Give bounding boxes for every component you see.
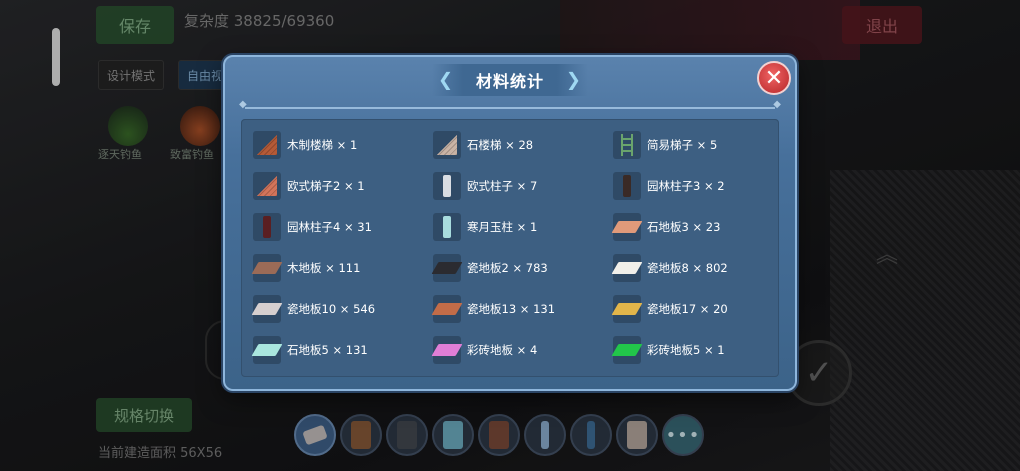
material-label: 园林柱子4 × 31 [287, 220, 372, 234]
material-label: 简易梯子 × 5 [647, 138, 718, 152]
ceramic-floor-dark-icon [431, 254, 463, 282]
stone-floor-cyan-icon [251, 336, 283, 364]
divider [239, 99, 781, 110]
material-label: 瓷地板17 × 20 [647, 302, 728, 316]
close-button[interactable]: ✕ [757, 61, 791, 95]
material-item: 彩砖地板5 × 1 [611, 336, 783, 364]
material-item: 彩砖地板 × 4 [431, 336, 613, 364]
garden-pillar-icon [613, 172, 641, 200]
ceramic-floor-grey-icon [251, 295, 283, 323]
material-label: 寒月玉柱 × 1 [467, 220, 538, 234]
material-label: 石地板5 × 131 [287, 343, 368, 357]
material-label: 瓷地板8 × 802 [647, 261, 728, 275]
tile-shape [611, 303, 643, 315]
stone-stairs-icon [433, 131, 461, 159]
stairs-shape [257, 176, 277, 196]
materials-panel: 木制楼梯 × 1 石楼梯 × 28 简易梯子 × 5 欧式梯子2 × 1 欧式柱子 × … [241, 119, 779, 377]
dialog-title-text: 材料统计 [475, 72, 544, 91]
tile-shape [251, 344, 283, 356]
material-item: 瓷地板17 × 20 [611, 295, 783, 323]
tile-shape [611, 344, 643, 356]
material-item: 瓷地板10 × 546 [251, 295, 433, 323]
jade-pillar-icon [433, 213, 461, 241]
stairs-shape [257, 135, 277, 155]
color-brick-green-icon [611, 336, 643, 364]
material-item: 瓷地板2 × 783 [431, 254, 613, 282]
ornament-left-icon: ❮ [437, 69, 455, 91]
euro-pillar-icon [433, 172, 461, 200]
material-label: 欧式梯子2 × 1 [287, 179, 365, 193]
material-item: 简易梯子 × 5 [613, 131, 783, 159]
pillar-shape [443, 216, 451, 238]
ornament-right-icon: ❯ [565, 69, 582, 91]
materials-dialog: ❮ 材料统计 ❯ ✕ 木制楼梯 × 1 石楼梯 × 28 简易梯子 × 5 欧式梯子2… [223, 55, 797, 391]
material-item: 石楼梯 × 28 [433, 131, 613, 159]
material-item: 欧式梯子2 × 1 [253, 172, 433, 200]
material-label: 石楼梯 × 28 [467, 138, 534, 152]
material-label: 瓷地板2 × 783 [467, 261, 548, 275]
pillar-shape [443, 175, 451, 197]
material-label: 园林柱子3 × 2 [647, 179, 725, 193]
stone-floor-icon [611, 213, 643, 241]
material-item: 瓷地板13 × 131 [431, 295, 613, 323]
material-label: 木地板 × 111 [287, 261, 361, 275]
wood-stairs-icon [253, 131, 281, 159]
tile-shape [251, 303, 283, 315]
tile-shape [431, 344, 463, 356]
close-icon: ✕ [764, 65, 784, 91]
material-item: 瓷地板8 × 802 [611, 254, 783, 282]
tile-shape [611, 262, 643, 274]
material-label: 瓷地板13 × 131 [467, 302, 556, 316]
tile-shape [611, 221, 643, 233]
euro-ladder-icon [253, 172, 281, 200]
material-item: 石地板5 × 131 [251, 336, 433, 364]
color-brick-pink-icon [431, 336, 463, 364]
material-label: 木制楼梯 × 1 [287, 138, 358, 152]
stairs-shape [437, 135, 457, 155]
ceramic-floor-pattern-icon [611, 295, 643, 323]
material-item: 园林柱子4 × 31 [253, 213, 433, 241]
material-label: 瓷地板10 × 546 [287, 302, 376, 316]
ceramic-floor-orange-icon [431, 295, 463, 323]
tile-shape [431, 303, 463, 315]
material-label: 彩砖地板5 × 1 [647, 343, 725, 357]
ladder-shape [621, 134, 633, 156]
pillar-shape [623, 175, 631, 197]
material-label: 欧式柱子 × 7 [467, 179, 538, 193]
material-item: 木地板 × 111 [251, 254, 433, 282]
ceramic-floor-white-icon [611, 254, 643, 282]
tile-shape [251, 262, 283, 274]
material-label: 石地板3 × 23 [647, 220, 721, 234]
garden-pillar-dark-icon [253, 213, 281, 241]
pillar-shape [263, 216, 271, 238]
materials-grid: 木制楼梯 × 1 石楼梯 × 28 简易梯子 × 5 欧式梯子2 × 1 欧式柱子 × … [251, 131, 783, 364]
material-item: 欧式柱子 × 7 [433, 172, 613, 200]
material-item: 木制楼梯 × 1 [253, 131, 433, 159]
wood-floor-icon [251, 254, 283, 282]
material-item: 石地板3 × 23 [611, 213, 783, 241]
tile-shape [431, 262, 463, 274]
simple-ladder-icon [613, 131, 641, 159]
material-label: 彩砖地板 × 4 [467, 343, 538, 357]
dialog-header: ❮ 材料统计 ❯ [225, 64, 795, 96]
material-item: 园林柱子3 × 2 [613, 172, 783, 200]
material-item: 寒月玉柱 × 1 [433, 213, 613, 241]
dialog-title: ❮ 材料统计 ❯ [431, 64, 588, 96]
